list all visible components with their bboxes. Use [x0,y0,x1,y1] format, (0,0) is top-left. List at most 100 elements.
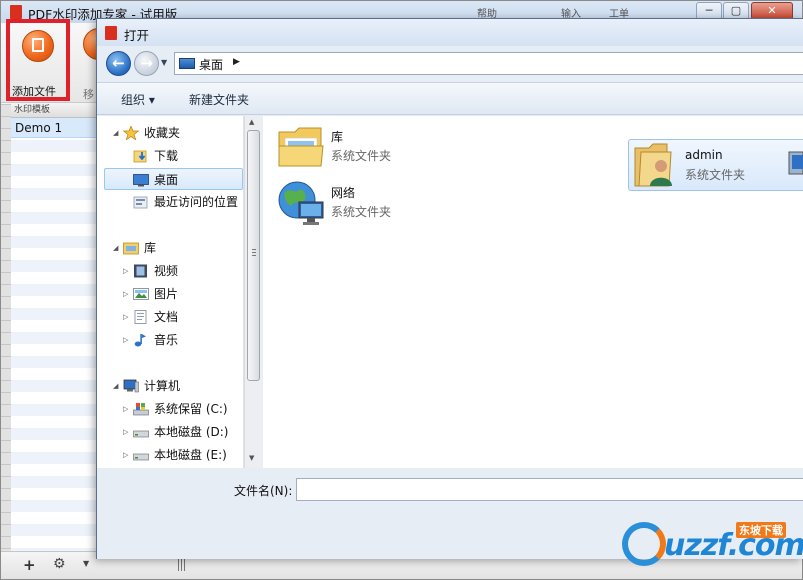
item-type: 系统文件夹 [331,205,392,219]
tree-item-documents[interactable]: ▷ 文档 [97,306,243,328]
back-button[interactable]: ← [106,51,131,76]
expand-arrow-icon[interactable]: ◢ [113,375,118,397]
dialog-command-bar: 组织 ▾ 新建文件夹 [97,82,803,115]
watermark-badge: 东坡下载 [736,522,786,538]
recent-places-icon [133,196,148,209]
template-item-demo1[interactable]: Demo 1 [11,118,96,138]
resize-grip-icon[interactable] [178,559,186,571]
dialog-titlebar: 打开 [97,19,803,46]
move-label: 移 [83,88,94,101]
scroll-down-icon[interactable]: ▼ [249,454,254,462]
add-file-button[interactable]: 添加文件 [6,19,70,101]
tree-label: 音乐 [154,333,179,347]
scrollbar-thumb[interactable] [247,130,260,381]
recent-locations-dropdown[interactable]: ▼ [161,58,167,67]
item-name: admin [685,148,723,162]
collapse-arrow-icon[interactable]: ▷ [123,329,128,351]
tree-label: 桌面 [154,173,179,187]
user-folder-icon [634,143,672,187]
pdf-app-icon [10,5,22,19]
tree-item-downloads[interactable]: 下载 [97,145,243,167]
tree-label: 最近访问的位置 [154,195,239,209]
add-icon[interactable]: + [23,556,36,574]
scroll-up-icon[interactable]: ▲ [249,118,254,126]
collapse-arrow-icon[interactable]: ▷ [123,398,128,420]
tree-item-desktop[interactable]: 桌面 [104,168,243,190]
navigation-pane: ◢ 收藏夹 下载 桌面 最近访问的位置 ◢ 库 ▷ 视频 ▷ 图片 ▷ 文档 ▷… [97,116,244,468]
item-type: 系统文件夹 [331,149,392,163]
tree-item-drive-e[interactable]: ▷ 本地磁盘 (E:) [97,444,243,466]
template-panel-header: 水印模板 [11,104,96,118]
hard-drive-icon [133,430,149,438]
library-folder-icon [278,127,324,167]
tree-item-drive-d[interactable]: ▷ 本地磁盘 (D:) [97,421,243,443]
collapse-arrow-icon[interactable]: ▷ [123,260,128,282]
address-location[interactable]: 桌面 [199,56,223,73]
navigation-scrollbar[interactable]: ▲ ▼ [244,116,262,468]
tile-admin[interactable]: admin 系统文件夹 [628,139,803,191]
system-drive-icon [133,403,149,416]
tree-item-videos[interactable]: ▷ 视频 [97,260,243,282]
add-file-icon [22,30,54,62]
video-icon [134,264,147,278]
star-icon [123,126,139,140]
uzzf-watermark-logo: uzzf.com 东坡下载 [622,518,803,580]
desktop-icon [179,58,195,69]
chevron-down-icon[interactable]: ▼ [83,559,89,568]
filename-input[interactable] [296,478,803,501]
tree-label: 下载 [154,149,179,163]
item-type: 系统文件夹 [685,168,746,182]
dialog-title: 打开 [124,28,150,43]
document-icon [32,38,44,52]
left-splitter[interactable] [1,104,11,551]
tree-label: 收藏夹 [144,126,181,140]
forward-button[interactable]: → [134,51,159,76]
collapse-arrow-icon[interactable]: ▷ [123,306,128,328]
tree-item-music[interactable]: ▷ 音乐 [97,329,243,351]
chevron-right-icon[interactable]: ▶ [233,57,240,67]
picture-icon [133,288,149,300]
hard-drive-icon [133,453,149,461]
template-panel: 水印模板 Demo 1 [11,104,97,551]
organize-button[interactable]: 组织 ▾ [121,91,155,108]
expand-arrow-icon[interactable]: ◢ [113,122,118,144]
watermark-logo-icon [622,522,666,566]
item-name: 网络 [331,186,356,200]
tree-label: 本地磁盘 (E:) [154,448,227,462]
gear-icon[interactable]: ⚙ [53,556,66,572]
computer-icon [788,151,803,175]
tree-item-recent-places[interactable]: 最近访问的位置 [97,191,243,213]
tree-label: 系统保留 (C:) [154,402,228,416]
item-name: 库 [331,130,344,144]
document-icon [134,310,147,324]
add-file-label: 添加文件 [12,85,56,98]
tree-item-pictures[interactable]: ▷ 图片 [97,283,243,305]
expand-arrow-icon[interactable]: ◢ [113,237,118,259]
download-folder-icon [133,150,147,163]
tile-network[interactable]: 网络 系统文件夹 [277,178,507,230]
tree-favorites[interactable]: ◢ 收藏夹 [97,122,243,144]
dialog-navbar: ← → ▼ 桌面 ▶ [97,46,803,80]
network-globe-icon [278,181,324,225]
file-content-pane: 库 系统文件夹 admin 系统文件夹 网络 系统文件夹 [263,116,803,468]
tree-label: 本地磁盘 (D:) [154,425,229,439]
tree-computer[interactable]: ◢ 计算机 [97,375,243,397]
tree-label: 文档 [154,310,179,324]
collapse-arrow-icon[interactable]: ▷ [123,444,128,466]
tree-libraries[interactable]: ◢ 库 [97,237,243,259]
address-bar[interactable]: 桌面 ▶ [174,52,803,75]
collapse-arrow-icon[interactable]: ▷ [123,421,128,443]
new-folder-button[interactable]: 新建文件夹 [189,91,249,108]
filename-label: 文件名(N): [234,484,293,498]
collapse-arrow-icon[interactable]: ▷ [123,283,128,305]
tree-label: 库 [144,241,157,255]
desktop-icon [133,174,149,187]
tile-library[interactable]: 库 系统文件夹 [277,122,507,174]
library-icon [123,242,139,255]
music-icon [134,334,146,347]
grip-icon [252,249,256,257]
tree-item-drive-c[interactable]: ▷ 系统保留 (C:) [97,398,243,420]
tree-label: 计算机 [144,379,181,393]
pdf-app-icon [105,26,117,40]
computer-icon [123,379,139,393]
